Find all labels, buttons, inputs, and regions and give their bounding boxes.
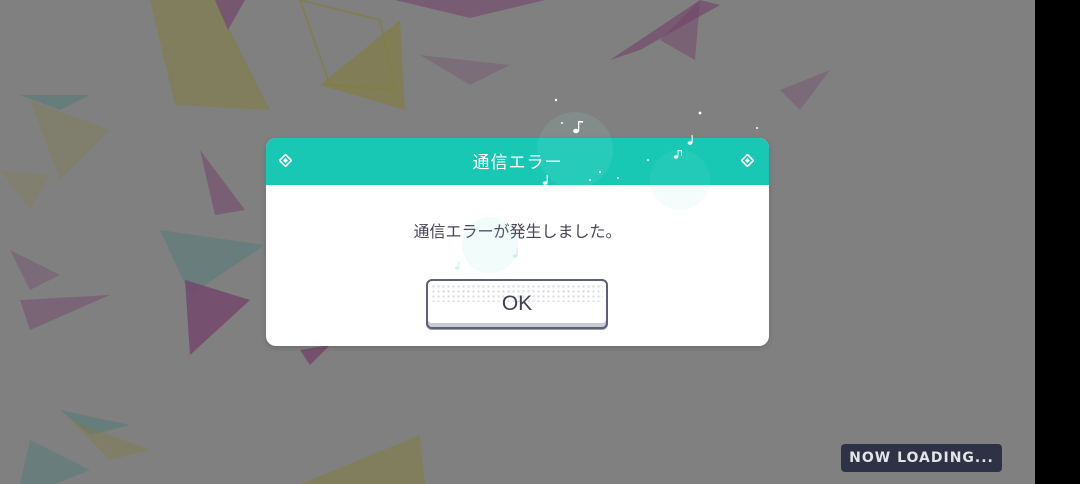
screen-edge-bar — [1035, 0, 1080, 484]
ok-button-label: OK — [501, 292, 533, 315]
loading-text: NOW LOADING... — [849, 450, 994, 466]
dialog-title: 通信エラー — [472, 153, 563, 173]
dialog-message: 通信エラーが発生しました。 — [413, 222, 622, 241]
error-dialog: 通信エラー 通信エラーが発生しました。 OK — [266, 138, 769, 346]
ok-button[interactable]: OK — [426, 279, 608, 329]
game-screen: 通信エラー 通信エラーが発生しました。 OK NOW LOADING... — [0, 0, 1080, 484]
diamond-icon — [741, 154, 754, 167]
dialog-header: 通信エラー — [266, 138, 769, 185]
loading-badge: NOW LOADING... — [841, 444, 1002, 472]
